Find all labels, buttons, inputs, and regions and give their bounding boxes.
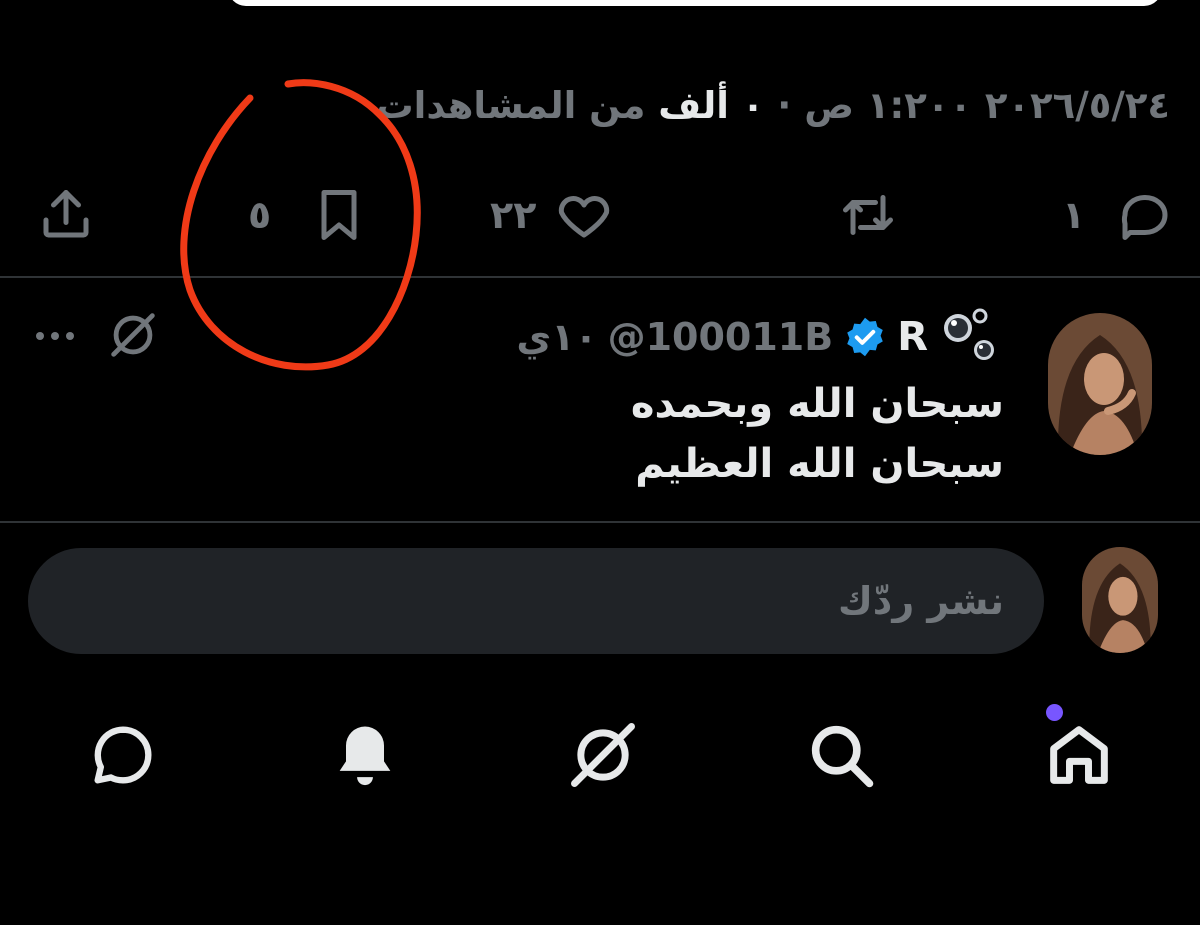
grok-icon (111, 313, 155, 357)
nav-grok[interactable] (558, 700, 648, 810)
avatar-image (1082, 547, 1158, 653)
avatar-image (1048, 313, 1152, 455)
verified-badge-icon (847, 317, 883, 357)
grok-small-button[interactable] (104, 306, 162, 364)
bottom-nav (0, 700, 1200, 810)
tweet-date: ٢٠٢٦/٥/٢٤ (984, 84, 1170, 127)
reply-text-line: سبحان الله العظيم (635, 441, 1004, 487)
more-icon (36, 332, 74, 340)
heart-icon (559, 196, 610, 238)
grok-icon (571, 723, 635, 787)
reply-text: سبحان الله وبحمده سبحان الله العظيم (631, 374, 1004, 494)
reply-name[interactable]: R (897, 314, 928, 360)
divider (0, 276, 1200, 278)
nav-search[interactable] (796, 700, 886, 810)
more-options-button[interactable] (30, 316, 80, 356)
search-icon (811, 725, 874, 788)
composer-avatar[interactable] (1082, 547, 1158, 653)
reply-count: ١ (1062, 193, 1086, 237)
reply-button[interactable]: ١ (1062, 175, 1175, 255)
share-icon (43, 190, 89, 238)
reply-composer (28, 548, 1044, 654)
comment-icon (1122, 195, 1168, 240)
share-button[interactable] (36, 175, 96, 255)
nav-messages[interactable] (78, 700, 168, 810)
nav-home[interactable] (1034, 700, 1124, 810)
tweet-time: ١:٢٠٠ ص (804, 84, 972, 127)
views-count: ٠ ألف (658, 84, 765, 127)
reply-handle[interactable]: @100011B (608, 315, 834, 359)
message-icon (94, 726, 152, 784)
reply-time: ١٠ي (516, 315, 598, 359)
bell-icon (339, 726, 391, 786)
like-count: ٢٢ (490, 193, 537, 237)
bubbles-icon (944, 308, 994, 360)
repost-button[interactable] (838, 175, 898, 255)
reply-header: ١٠ي @100011B R (516, 305, 1000, 369)
tweet-meta-line: ٢٠٢٦/٥/٢٤ ١:٢٠٠ ص · ٠ ألف من المشاهدات (376, 84, 1170, 127)
tweet-actions: ٥ ٢٢ ١ (0, 175, 1200, 255)
repost-icon (843, 195, 893, 235)
notification-dot (1046, 704, 1063, 721)
bookmark-count: ٥ (248, 193, 272, 237)
reply-text-line: سبحان الله وبحمده (630, 381, 1004, 427)
nav-notifications[interactable] (320, 700, 410, 810)
divider (0, 521, 1200, 523)
top-sheet (228, 0, 1162, 6)
bookmark-icon (321, 190, 357, 240)
reply-input[interactable] (28, 548, 1044, 654)
bookmark-button[interactable]: ٥ (248, 175, 369, 255)
reply-avatar[interactable] (1048, 313, 1152, 455)
home-icon (1050, 726, 1108, 784)
like-button[interactable]: ٢٢ (490, 175, 614, 255)
views-label: من المشاهدات (376, 84, 646, 127)
